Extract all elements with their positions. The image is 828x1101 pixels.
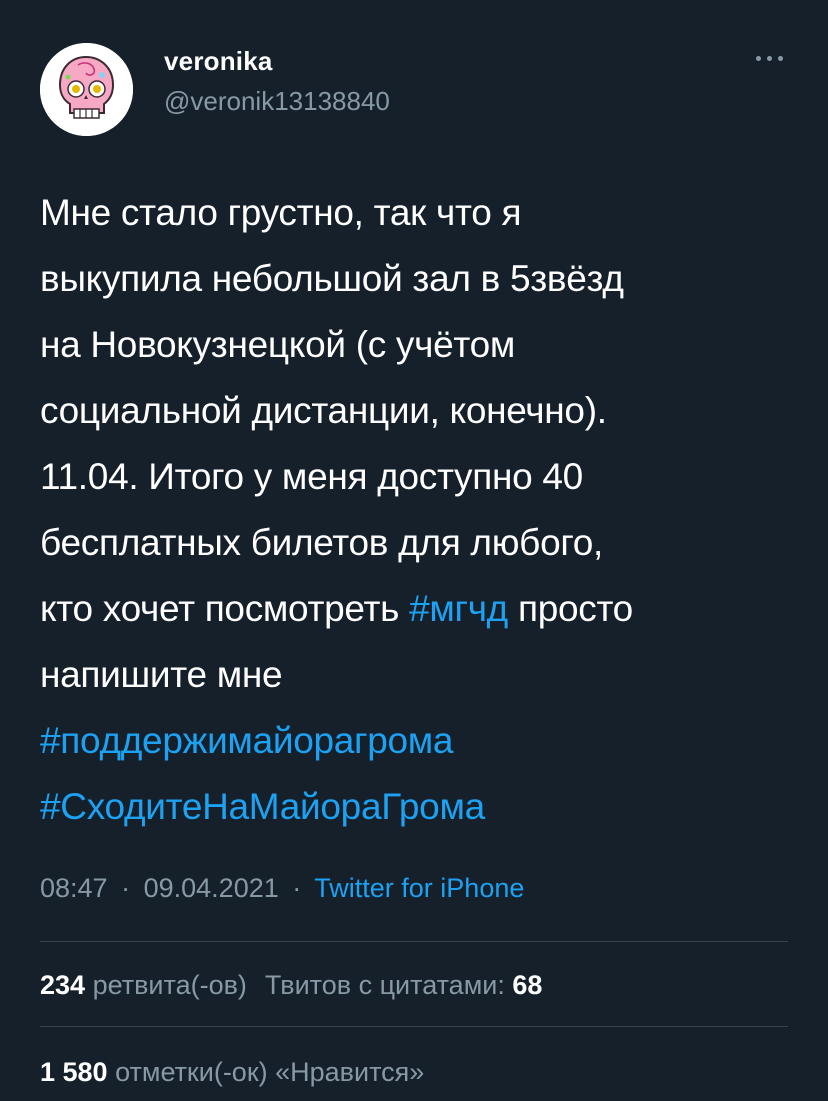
tweet-text-line: бесплатных билетов для любого, (40, 510, 810, 576)
more-options-ellipsis-icon[interactable] (750, 46, 790, 70)
tweet-time[interactable]: 08:47 (40, 873, 108, 903)
divider (40, 941, 788, 942)
avatar[interactable] (40, 43, 133, 136)
tweet-text-line: выкупила небольшой зал в 5звёзд (40, 246, 810, 312)
quotes-count: 68 (512, 970, 543, 1000)
tweet-text-line: напишите мне (40, 642, 810, 708)
meta-separator: · (121, 873, 131, 903)
author-display-name[interactable]: veronika (164, 46, 273, 77)
hashtag-link[interactable]: #поддержимайорагрома (40, 720, 454, 761)
tweet-text-segment: кто хочет посмотреть (40, 588, 410, 629)
tweet-text-segment: выкупила небольшой зал в 5звёзд (40, 258, 624, 299)
tweet-text-line: социальной дистанции, конечно). (40, 378, 810, 444)
tweet-text-line: Мне стало грустно, так что я (40, 180, 810, 246)
hashtag-link[interactable]: #мгчд (409, 588, 508, 629)
likes-label: отметки(-ок) «Нравится» (115, 1057, 425, 1087)
dot (778, 56, 783, 61)
tweet-text-line: 11.04. Итого у меня доступно 40 (40, 444, 810, 510)
tweet-text-segment: напишите мне (40, 654, 283, 695)
quotes-label: Твитов с цитатами: (264, 970, 505, 1000)
tweet-text-segment: на Новокузнецкой (с учётом (40, 324, 516, 365)
tweet-text-line: #поддержимайорагрома (40, 708, 810, 774)
tweet-source-link[interactable]: Twitter for iPhone (314, 873, 524, 903)
tweet-text-segment: Мне стало грустно, так что я (40, 192, 522, 233)
tweet-text-line: #СходитеНаМайораГрома (40, 774, 810, 840)
dot (756, 56, 761, 61)
author-handle[interactable]: @veronik13138840 (164, 86, 390, 117)
divider (40, 1026, 788, 1027)
retweets-label: ретвита(-ов) (92, 970, 247, 1000)
retweets-link[interactable]: 234 ретвита(-ов) (40, 970, 247, 1000)
tweet-meta: 08:47 · 09.04.2021 · Twitter for iPhone (40, 873, 524, 904)
quotes-link[interactable]: Твитов с цитатами: 68 (265, 970, 542, 1000)
tweet-text: Мне стало грустно, так что я выкупила неб… (40, 180, 810, 840)
tweet-text-segment: социальной дистанции, конечно). (40, 390, 607, 431)
tweet-text-line: на Новокузнецкой (с учётом (40, 312, 810, 378)
hashtag-link[interactable]: #СходитеНаМайораГрома (40, 786, 485, 827)
retweets-count: 234 (40, 970, 86, 1000)
tweet-text-segment: просто (507, 588, 633, 629)
tweet-text-segment: бесплатных билетов для любого, (40, 522, 603, 563)
tweet-text-segment: 11.04. Итого у меня доступно 40 (40, 456, 583, 497)
tweet-date[interactable]: 09.04.2021 (144, 873, 279, 903)
likes-count: 1 580 (40, 1057, 108, 1087)
pink-skull-avatar-icon (40, 43, 133, 136)
tweet-text-line: кто хочет посмотреть #мгчд просто (40, 576, 810, 642)
meta-separator: · (292, 873, 302, 903)
likes-stats[interactable]: 1 580 отметки(-ок) «Нравится» (40, 1057, 424, 1088)
retweet-stats: 234 ретвита(-ов) Твитов с цитатами: 68 (40, 970, 542, 1001)
dot (767, 56, 772, 61)
